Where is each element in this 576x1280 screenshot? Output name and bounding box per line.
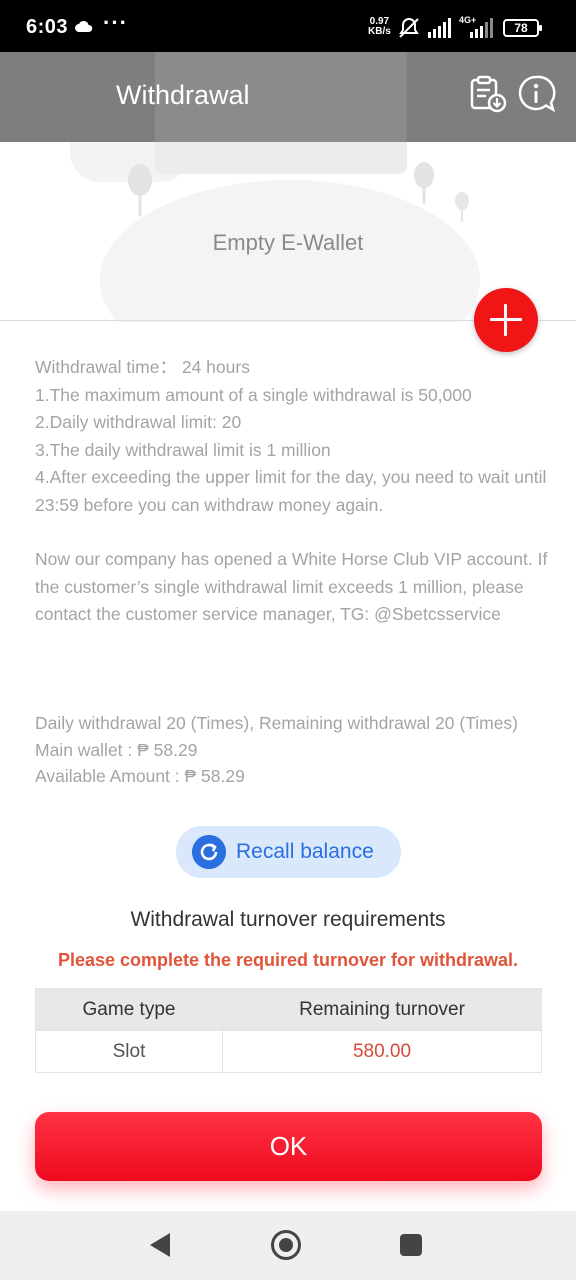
recall-balance-button[interactable]: Recall balance [176,826,401,878]
balance-info: Daily withdrawal 20 (Times), Remaining w… [35,710,550,790]
signal-icon [428,18,451,38]
tree-decoration [414,162,434,204]
table-row: Slot 580.00 [35,1030,542,1073]
cloud-icon [75,20,93,32]
status-time: 6:03 [26,16,69,38]
clipboard-download-icon[interactable] [468,74,508,114]
turnover-title: Withdrawal turnover requirements [130,908,446,931]
signal-icon-2 [470,18,493,38]
network-speed: 0.97 KB/s [368,16,391,37]
mute-icon [399,17,419,38]
home-icon[interactable] [271,1230,301,1260]
table-header-row: Game type Remaining turnover [35,988,542,1031]
recall-balance-label: Recall balance [236,840,374,863]
tree-decoration [455,192,469,222]
status-bar: 6:03 ··· 0.97 KB/s 4G+ 78 [0,0,576,52]
empty-wallet-text: Empty E-Wallet [212,230,364,255]
battery-icon: 78 [503,19,542,37]
available-amount: Available Amount : ₱ 58.29 [35,766,245,786]
turnover-warning: Please complete the required turnover fo… [57,950,519,970]
app-header: Withdrawal [0,52,576,170]
main-wallet-balance: Main wallet : ₱ 58.29 [35,739,198,760]
page-title: Withdrawal [116,80,250,110]
column-header-remaining-turnover: Remaining turnover [222,988,542,1031]
back-icon[interactable] [150,1233,170,1257]
add-wallet-button[interactable] [474,288,538,352]
rule-line: Withdrawal time： 24 hours [35,357,250,377]
game-type-cell: Slot [35,1030,223,1073]
remaining-turnover-cell: 580.00 [222,1030,542,1073]
turnover-table: Game type Remaining turnover Slot 580.00 [35,988,542,1073]
info-bubble-icon[interactable] [516,74,556,114]
refresh-icon [192,835,226,869]
rule-line: 1.The maximum amount of a single withdra… [35,384,472,405]
system-nav-bar [0,1211,576,1280]
tree-decoration [128,164,152,216]
ok-button[interactable]: OK [35,1112,542,1181]
withdrawal-rules: Withdrawal time： 24 hours 1.The maximum … [35,354,550,629]
column-header-game-type: Game type [35,988,223,1031]
daily-withdrawal-count: Daily withdrawal 20 (Times), Remaining w… [35,713,519,733]
recent-apps-icon[interactable] [400,1234,422,1256]
vip-notice: Now our company has opened a White Horse… [35,549,548,624]
rule-line: 4.After exceeding the upper limit for th… [35,467,547,515]
card-decoration [155,142,407,174]
rule-line: 3.The daily withdrawal limit is 1 millio… [35,439,331,460]
more-notifications-icon: ··· [103,10,128,35]
rule-line: 2.Daily withdrawal limit: 20 [35,412,242,432]
